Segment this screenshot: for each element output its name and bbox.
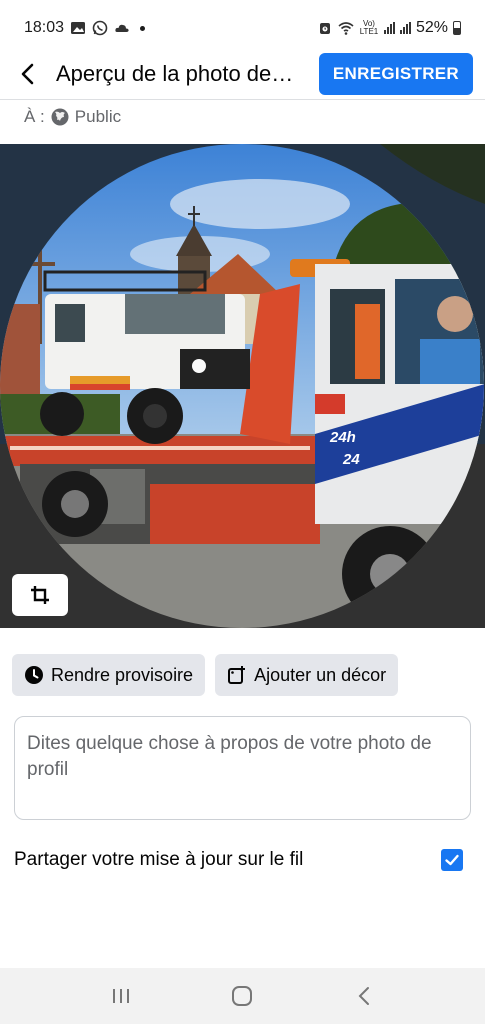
audience-selector[interactable]: À : Public	[24, 107, 121, 127]
notification-dot	[140, 25, 146, 31]
wifi-icon	[338, 22, 354, 35]
checkmark-icon	[445, 854, 459, 866]
share-to-feed-row[interactable]: Partager votre mise à jour sur le fil	[14, 840, 471, 880]
whatsapp-icon	[92, 20, 108, 36]
page-title: Aperçu de la photo de…	[56, 61, 294, 86]
back-icon	[358, 987, 370, 1005]
truck-sign-24h: 24h	[329, 429, 356, 446]
system-back-button[interactable]	[340, 972, 388, 1020]
globe-icon	[51, 108, 69, 126]
cloud-icon	[115, 24, 129, 32]
profile-photo-preview[interactable]: 24h 24	[0, 144, 485, 628]
action-chips: Rendre provisoire Ajouter un décor	[12, 654, 399, 696]
truck-sign-24: 24	[342, 451, 360, 468]
caption-input[interactable]	[27, 731, 458, 805]
audience-value: Public	[74, 107, 122, 126]
audience-prefix: À :	[24, 107, 45, 126]
frame-icon	[228, 666, 246, 684]
share-to-feed-label: Partager votre mise à jour sur le fil	[14, 849, 304, 870]
clock-icon	[25, 666, 43, 684]
share-to-feed-checkbox[interactable]	[441, 849, 463, 871]
crop-icon	[31, 586, 49, 604]
chevron-left-icon	[21, 63, 34, 85]
recent-apps-icon	[112, 989, 129, 1003]
add-frame-label: Ajouter un décor	[254, 664, 387, 685]
home-button[interactable]	[218, 972, 266, 1020]
save-button[interactable]: ENREGISTRER	[318, 53, 473, 95]
back-button[interactable]	[4, 50, 52, 98]
caption-box	[14, 716, 471, 820]
header: Aperçu de la photo de… ENREGISTRER	[0, 48, 485, 100]
battery-percent: 52%	[415, 19, 448, 36]
signal-icon-2	[399, 22, 411, 34]
status-time: 18:03	[24, 19, 65, 36]
gallery-icon	[71, 22, 86, 34]
header-divider	[0, 99, 485, 100]
crop-button[interactable]	[12, 574, 68, 616]
alarm-icon	[319, 23, 330, 34]
recent-apps-button[interactable]	[97, 972, 145, 1020]
photo-illustration: 24h 24	[0, 144, 485, 628]
battery-icon	[453, 21, 461, 35]
system-navigation-bar	[0, 968, 485, 1024]
add-frame-button[interactable]: Ajouter un décor	[215, 654, 399, 696]
make-temporary-label: Rendre provisoire	[51, 664, 194, 685]
network-label: Vo) LTE1	[359, 19, 379, 36]
home-icon	[232, 986, 253, 1006]
signal-icon	[383, 22, 395, 34]
make-temporary-button[interactable]: Rendre provisoire	[12, 654, 206, 696]
